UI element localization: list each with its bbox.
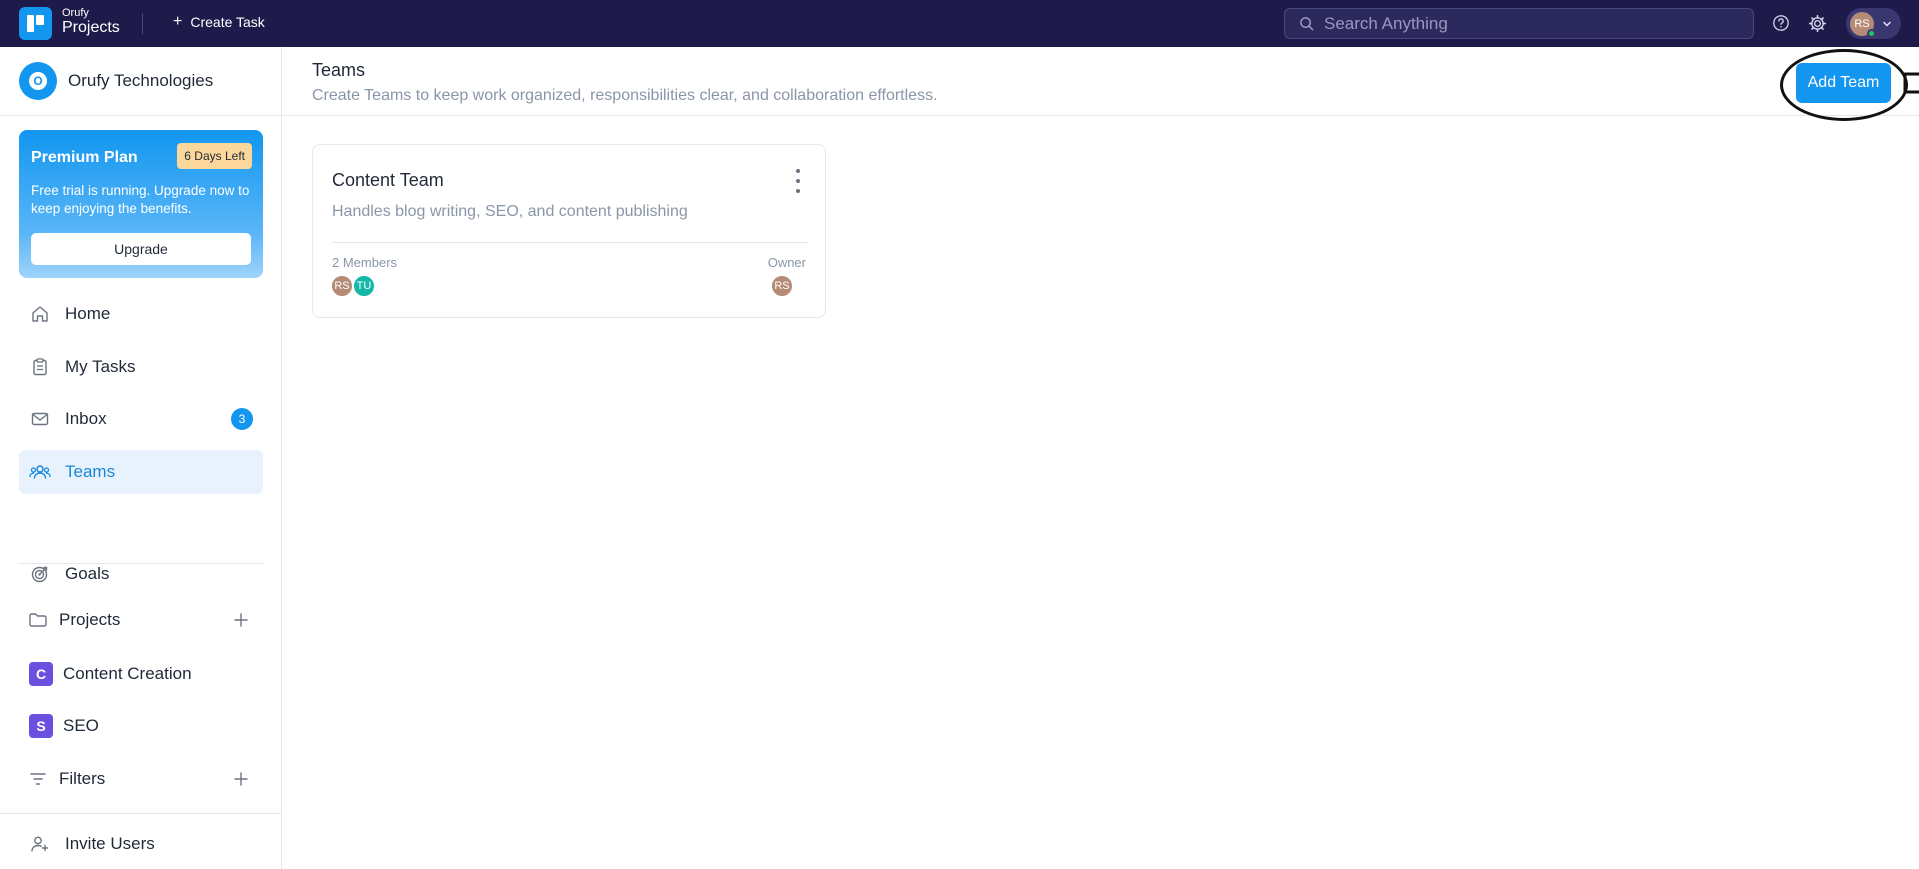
create-task-button[interactable]: + Create Task xyxy=(173,13,265,31)
page-header: Teams Create Teams to keep work organize… xyxy=(282,47,1919,121)
sidebar-item-label: Filters xyxy=(59,769,106,788)
target-icon xyxy=(29,563,51,585)
premium-plan-card: Premium Plan 6 Days Left Free trial is r… xyxy=(19,130,263,278)
invite-users-button[interactable]: Invite Users xyxy=(19,822,263,866)
team-description: Handles blog writing, SEO, and content p… xyxy=(332,203,688,220)
app-brand[interactable]: Orufy Projects xyxy=(62,8,120,36)
folder-icon xyxy=(27,609,49,631)
user-initials: RS xyxy=(1854,17,1870,30)
filter-icon xyxy=(27,768,49,790)
app-logo-icon[interactable] xyxy=(19,7,52,40)
clipboard-icon xyxy=(29,356,51,378)
plus-icon xyxy=(234,772,248,786)
inbox-count-badge: 3 xyxy=(231,408,253,430)
home-icon xyxy=(29,303,51,325)
sidebar-section-filters[interactable]: Filters xyxy=(19,757,263,801)
gear-icon xyxy=(1808,14,1826,32)
project-initial-icon: S xyxy=(29,714,53,738)
user-avatar: RS xyxy=(1850,11,1876,38)
user-plus-icon xyxy=(29,833,51,855)
mail-icon xyxy=(29,408,51,430)
search-icon xyxy=(1300,17,1314,31)
avatar-initials: TU xyxy=(356,280,372,292)
sidebar-item-inbox[interactable]: Inbox 3 xyxy=(19,397,263,441)
upgrade-button[interactable]: Upgrade xyxy=(31,233,251,265)
page-subtitle: Create Teams to keep work organized, res… xyxy=(312,87,938,104)
settings-button[interactable] xyxy=(1806,12,1828,34)
sidebar-item-project[interactable]: C Content Creation xyxy=(19,652,263,696)
sidebar-item-label: My Tasks xyxy=(65,357,136,376)
brand-line1: Orufy xyxy=(62,7,89,19)
topbar-divider xyxy=(142,13,143,34)
owner-label: Owner xyxy=(767,255,806,270)
sidebar-item-label: Home xyxy=(65,304,111,323)
sidebar: O Orufy Technologies Premium Plan 6 Days… xyxy=(0,47,282,869)
org-switcher[interactable]: O Orufy Technologies xyxy=(19,62,213,100)
plus-icon xyxy=(234,613,248,627)
users-icon xyxy=(29,461,51,483)
add-filter-button[interactable] xyxy=(231,769,251,789)
user-menu[interactable]: RS xyxy=(1846,8,1901,39)
sidebar-item-label: Inbox xyxy=(65,409,107,428)
owner-avatar: RS xyxy=(770,274,794,298)
help-button[interactable] xyxy=(1770,12,1792,34)
search-input[interactable] xyxy=(1324,13,1724,34)
sidebar-section-projects[interactable]: Projects xyxy=(19,598,263,642)
add-project-button[interactable] xyxy=(231,610,251,630)
avatar: RS xyxy=(330,274,354,298)
premium-description: Free trial is running. Upgrade now to ke… xyxy=(31,183,250,216)
sidebar-divider xyxy=(19,563,263,564)
chevron-down-icon xyxy=(1883,21,1891,27)
sidebar-item-label: SEO xyxy=(63,716,99,735)
sidebar-item-label: Content Creation xyxy=(63,664,192,683)
avatar-initials: RS xyxy=(334,280,350,292)
sidebar-item-goals[interactable]: Goals xyxy=(19,552,263,596)
sidebar-item-label: Goals xyxy=(65,564,110,583)
org-initial: O xyxy=(29,72,47,90)
sidebar-item-label: Projects xyxy=(59,610,121,629)
sidebar-item-project[interactable]: S SEO xyxy=(19,704,263,748)
page-title: Teams xyxy=(312,60,366,80)
help-icon xyxy=(1773,15,1789,31)
sidebar-item-teams[interactable]: Teams xyxy=(19,450,263,494)
sidebar-item-label: Invite Users xyxy=(65,834,155,853)
sidebar-item-label: Teams xyxy=(65,462,116,481)
avatar: TU xyxy=(352,274,376,298)
sidebar-divider xyxy=(0,813,282,814)
create-task-label: Create Task xyxy=(190,14,265,30)
org-name: Orufy Technologies xyxy=(68,71,214,90)
more-options-icon[interactable] xyxy=(793,169,803,193)
search-bar[interactable] xyxy=(1284,8,1754,39)
team-name: Content Team xyxy=(332,170,444,190)
sidebar-item-home[interactable]: Home xyxy=(19,292,263,336)
sidebar-divider xyxy=(0,115,282,116)
card-divider xyxy=(332,242,808,243)
avatar-initials: RS xyxy=(774,280,790,292)
team-card[interactable]: Content Team Handles blog writing, SEO, … xyxy=(312,144,826,318)
org-avatar: O xyxy=(19,62,57,100)
online-status-dot xyxy=(1867,28,1876,38)
add-team-button[interactable]: Add Team xyxy=(1796,63,1891,103)
project-initial-icon: C xyxy=(29,662,53,686)
days-left-badge: 6 Days Left xyxy=(177,143,252,169)
brand-line2: Projects xyxy=(62,19,120,36)
top-bar: Orufy Projects + Create Task RS xyxy=(0,0,1919,47)
sidebar-item-my-tasks[interactable]: My Tasks xyxy=(19,345,263,389)
members-count: 2 Members xyxy=(332,255,398,270)
plus-icon: + xyxy=(173,13,183,30)
